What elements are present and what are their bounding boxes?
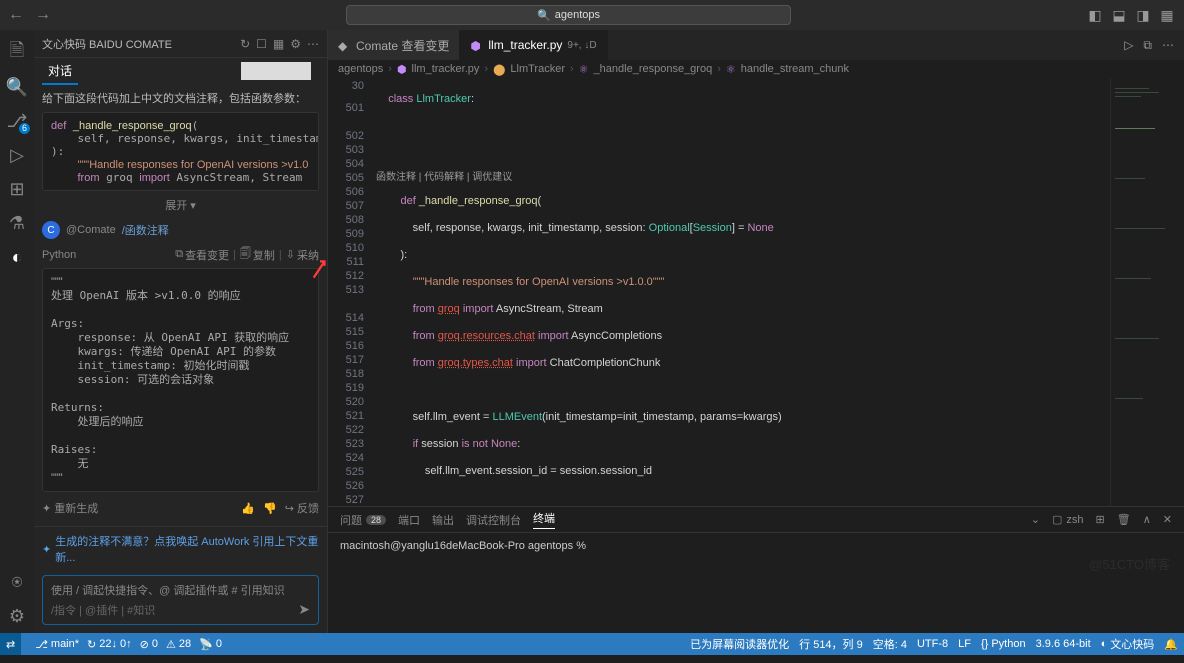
search-icon: 🔍 xyxy=(537,9,551,22)
terminal-prompt: macintosh@yanglu16deMacBook-Pro agentops… xyxy=(340,540,586,552)
suggestion-tag: /函数注释 xyxy=(122,222,169,238)
bookmark-icon[interactable]: ☐ xyxy=(256,37,267,51)
reply-lang: Python xyxy=(42,249,76,261)
spaces-status[interactable]: 空格: 4 xyxy=(873,636,907,652)
branch-status[interactable]: ⎇ main* xyxy=(35,638,79,651)
close-panel-icon[interactable]: ✕ xyxy=(1163,513,1172,526)
kill-terminal-icon[interactable]: 🗑 xyxy=(1117,513,1131,526)
python-icon: ⬢ xyxy=(470,39,483,52)
red-arrow-annotation xyxy=(311,256,327,278)
remote-indicator[interactable]: ⇄ xyxy=(0,633,21,655)
regenerate-button[interactable]: ✦ 重新生成 xyxy=(42,500,98,516)
settings-icon[interactable]: ⚙ xyxy=(0,599,34,633)
grid-icon[interactable]: ▦ xyxy=(273,37,284,51)
gutter: 30 5015025035045055065075085095105115125… xyxy=(328,78,372,506)
chat-input[interactable]: 使用 / 调起快捷指令、@ 调起插件或 # 引用知识 /指令 | @插件 | #… xyxy=(42,575,319,625)
search-sidebar-icon[interactable]: 🔍 xyxy=(0,70,34,104)
line-col-status[interactable]: 行 514，列 9 xyxy=(799,636,863,652)
tab-current-file[interactable]: ⬢ llm_tracker.py 9+, ↓D xyxy=(460,30,607,60)
autowork-hint[interactable]: ✦ 生成的注释不满意？点我唤起 AutoWork 引用上下文重新... xyxy=(34,526,327,571)
refresh-icon[interactable]: ↻ xyxy=(240,37,250,51)
comate-header: 文心快码 BAIDU COMATE ↻ ☐ ▦ ⚙ ⋯ xyxy=(34,30,327,58)
feedback-button[interactable]: ↪ 反馈 xyxy=(285,500,319,516)
account-icon[interactable]: ⍟ xyxy=(0,565,34,599)
eol-status[interactable]: LF xyxy=(958,638,971,650)
testing-icon[interactable]: ⚗ xyxy=(0,206,34,240)
comate-icon[interactable]: ◐ xyxy=(0,240,34,274)
breadcrumb[interactable]: agentops› ⬢llm_tracker.py› ⬤LlmTracker› … xyxy=(328,60,1184,78)
errors-status[interactable]: ⊘ 0 xyxy=(140,638,158,651)
expand-toggle[interactable]: 展开 ▾ xyxy=(42,197,319,213)
layout-grid-icon[interactable]: ▦ xyxy=(1156,4,1178,26)
run-icon[interactable]: ▷ xyxy=(1120,35,1137,56)
sync-status[interactable]: ↻ 22↓ 0↑ xyxy=(87,638,132,651)
interpreter-status[interactable]: 3.9.6 64-bit xyxy=(1036,638,1091,650)
debug-icon[interactable]: ▷ xyxy=(0,138,34,172)
comate-status[interactable]: ◐ 文心快码 xyxy=(1101,636,1155,652)
screen-reader-status[interactable]: 已为屏幕阅读器优化 xyxy=(690,636,789,652)
layout-right-icon[interactable]: ◨ xyxy=(1132,4,1154,26)
activity-bar: 🗎 🔍 ⎇6 ▷ ⊞ ⚗ ◐ ⍟ ⚙ xyxy=(0,30,34,633)
ports-status[interactable]: 📡 0 xyxy=(199,638,222,651)
title-bar: ← → 🔍 agentops ◧ ⬓ ◨ ▦ xyxy=(0,0,1184,30)
extensions-icon[interactable]: ⊞ xyxy=(0,172,34,206)
status-bar: ⇄ ⎇ main* ↻ 22↓ 0↑ ⊘ 0 ⚠ 28 📡 0 已为屏幕阅读器优… xyxy=(0,633,1184,655)
copy-button[interactable]: 🗐 复制 xyxy=(240,245,275,264)
scm-icon[interactable]: ⎇6 xyxy=(0,104,34,138)
dot-icon: ◆ xyxy=(338,39,351,52)
view-changes-button[interactable]: ⧉ 查看变更 xyxy=(175,247,229,263)
user-code-snippet: def _handle_response_groq( self, respons… xyxy=(42,112,319,191)
thumbs-down-icon[interactable]: 👎 xyxy=(263,502,277,515)
user-prompt: 给下面这段代码加上中文的文档注释，包括函数参数： xyxy=(42,90,319,106)
terminal-tab[interactable]: 终端 xyxy=(533,510,555,529)
reply-code: """ 处理 OpenAI 版本 >v1.0.0 的响应 Args: respo… xyxy=(42,268,319,492)
tab-comate-diff[interactable]: ◆ Comate 查看变更 xyxy=(328,30,460,60)
ports-tab[interactable]: 端口 xyxy=(398,512,420,528)
sparkle-icon: ✦ xyxy=(42,543,51,556)
bot-avatar-icon: C xyxy=(42,221,60,239)
layout-bottom-icon[interactable]: ⬓ xyxy=(1108,4,1130,26)
encoding-status[interactable]: UTF-8 xyxy=(917,638,948,650)
maximize-icon[interactable]: ∧ xyxy=(1143,513,1151,526)
more-tab-icon[interactable]: ⋯ xyxy=(1158,35,1178,56)
codelens-1[interactable]: 函数注释 | 代码解释 | 调优建议 xyxy=(376,168,1110,182)
split-terminal-icon[interactable]: ⊞ xyxy=(1096,513,1105,526)
input-placeholder: 使用 / 调起快捷指令、@ 调起插件或 # 引用知识 xyxy=(51,582,310,598)
layout-controls: ◧ ⬓ ◨ ▦ xyxy=(1084,4,1178,26)
code-area[interactable]: class LlmTracker: 函数注释 | 代码解释 | 调优建议 def… xyxy=(372,78,1110,506)
problems-tab[interactable]: 问题 28 xyxy=(340,512,386,528)
blank-highlight xyxy=(241,62,311,80)
language-status[interactable]: {} Python xyxy=(981,638,1026,650)
layout-left-icon[interactable]: ◧ xyxy=(1084,4,1106,26)
warnings-status[interactable]: ⚠ 28 xyxy=(166,638,191,651)
nav-back-icon[interactable]: ← xyxy=(6,6,26,24)
bottom-panel: 问题 28 端口 输出 调试控制台 终端 ⌄ ▢ zsh ⊞ 🗑 ∧ ✕ mac… xyxy=(328,506,1184,633)
nav-forward-icon[interactable]: → xyxy=(33,6,53,24)
terminal-dropdown[interactable]: ⌄ xyxy=(1031,513,1040,526)
command-center[interactable]: 🔍 agentops xyxy=(346,5,791,25)
gear-icon[interactable]: ⚙ xyxy=(290,37,301,51)
send-icon[interactable]: ➤ xyxy=(298,601,310,618)
explorer-icon[interactable]: 🗎 xyxy=(0,36,34,70)
editor-panel: ◆ Comate 查看变更 ⬢ llm_tracker.py 9+, ↓D ▷ … xyxy=(328,30,1184,633)
comate-panel: 文心快码 BAIDU COMATE ↻ ☐ ▦ ⚙ ⋯ 对话 给下面这段代码加上… xyxy=(34,30,328,633)
thumbs-up-icon[interactable]: 👍 xyxy=(241,502,255,515)
comate-title: 文心快码 BAIDU COMATE xyxy=(42,36,172,52)
bot-name: @Comate xyxy=(66,224,116,236)
output-tab[interactable]: 输出 xyxy=(432,512,454,528)
minimap[interactable] xyxy=(1110,78,1184,506)
search-text: agentops xyxy=(555,9,600,21)
shell-label[interactable]: ▢ zsh xyxy=(1052,513,1084,526)
chat-tab[interactable]: 对话 xyxy=(42,58,78,85)
notifications-icon[interactable]: 🔔 xyxy=(1164,638,1178,651)
terminal-body[interactable]: macintosh@yanglu16deMacBook-Pro agentops… xyxy=(328,533,1184,633)
more-icon[interactable]: ⋯ xyxy=(307,37,319,51)
split-icon[interactable]: ⧉ xyxy=(1139,35,1156,56)
input-hints: /指令 | @插件 | #知识 xyxy=(51,602,310,618)
debug-console-tab[interactable]: 调试控制台 xyxy=(466,512,521,528)
